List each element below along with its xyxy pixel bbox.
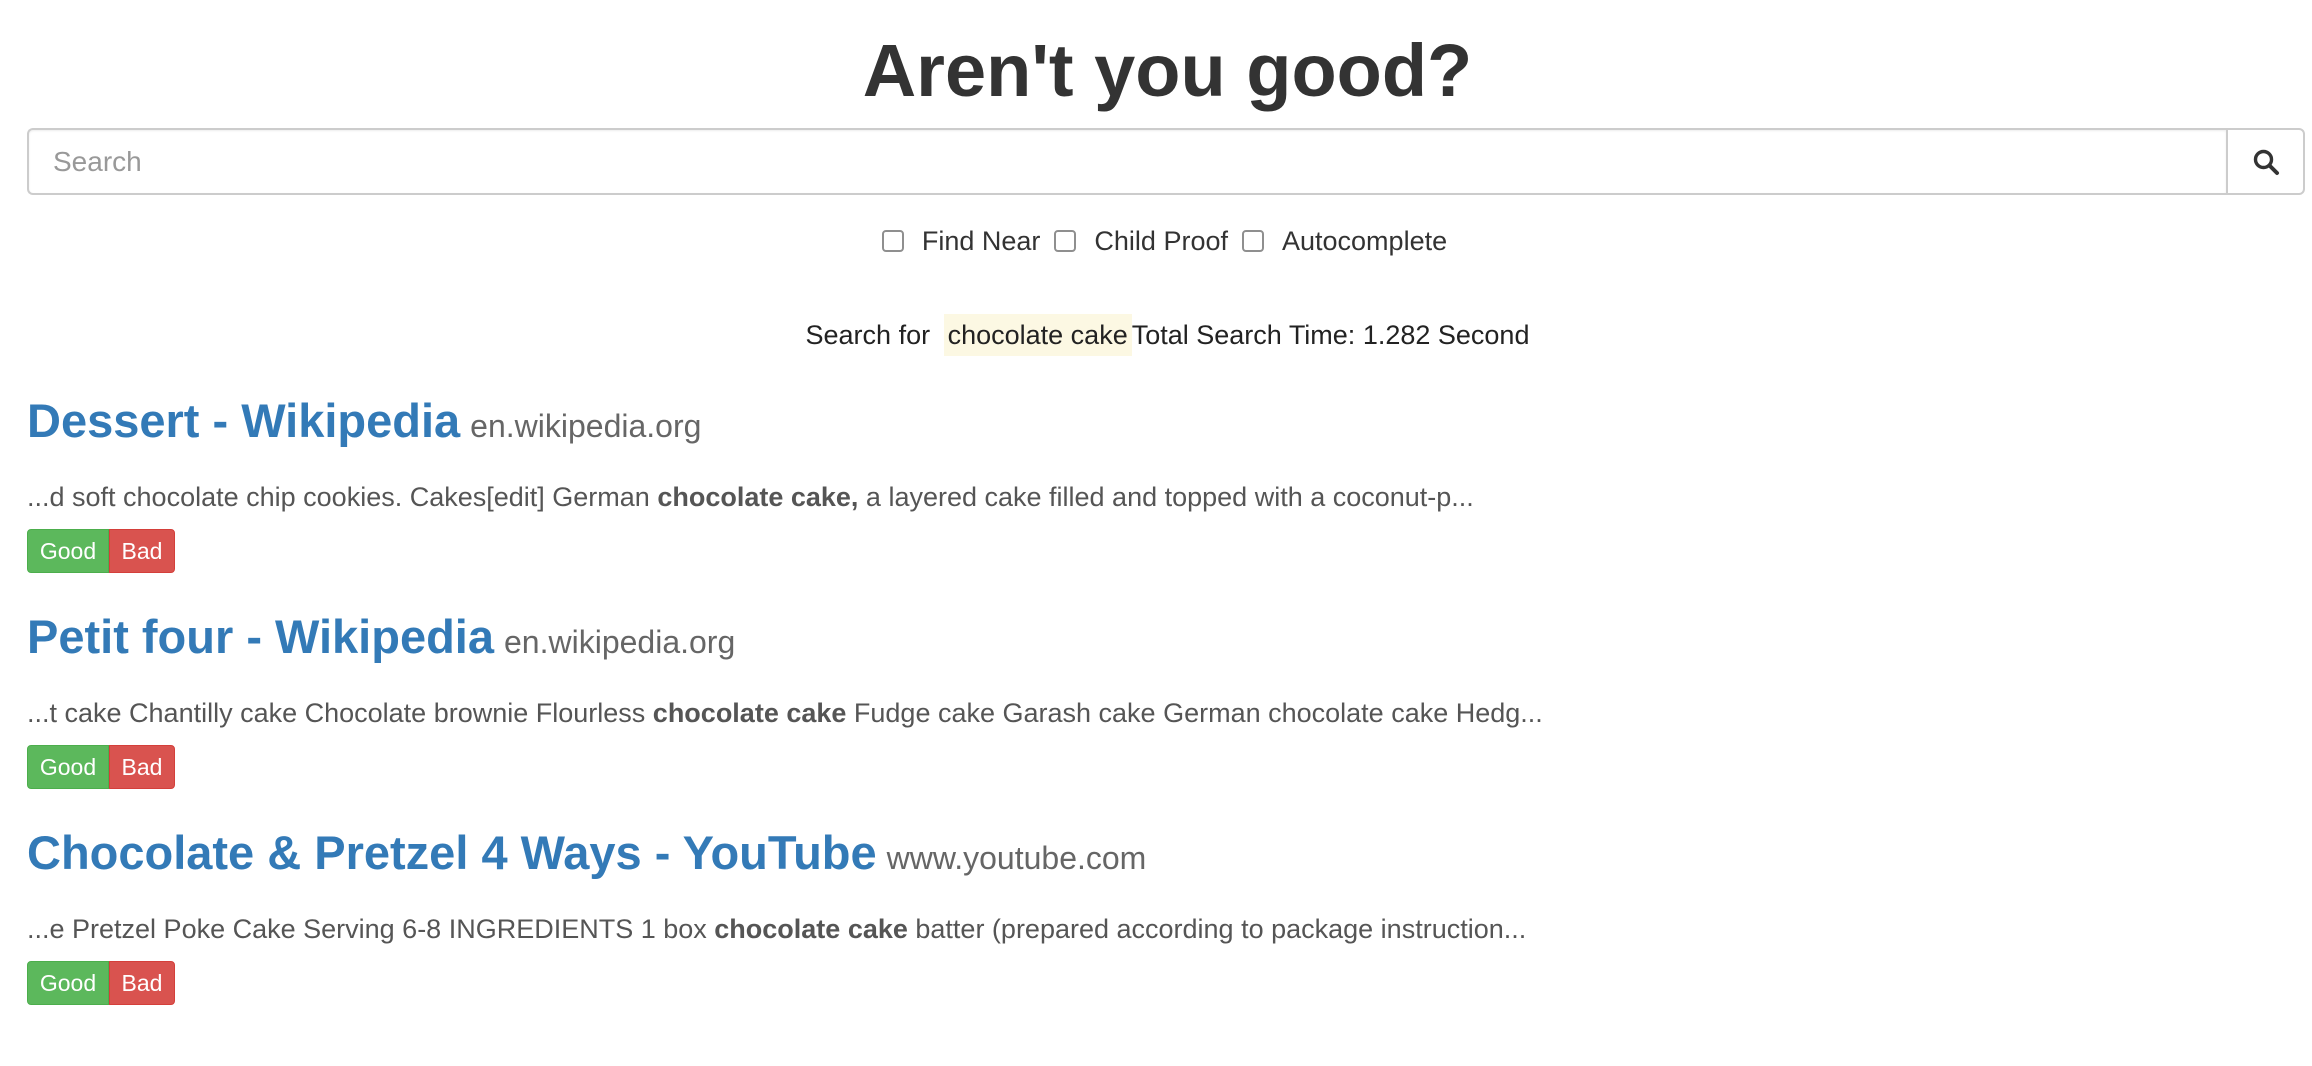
option-child-proof[interactable]: Child Proof <box>1054 226 1234 257</box>
autocomplete-checkbox[interactable] <box>1242 230 1264 252</box>
autocomplete-label: Autocomplete <box>1282 225 1448 256</box>
result-header: Dessert - Wikipedia en.wikipedia.org <box>27 393 2308 461</box>
search-input[interactable] <box>27 128 2226 195</box>
result-domain: en.wikipedia.org <box>470 408 702 444</box>
snippet-match: chocolate cake <box>714 914 908 944</box>
page-title: Aren't you good? <box>862 29 1473 112</box>
snippet-text: a layered cake filled and topped with a … <box>858 482 1474 512</box>
bad-button[interactable]: Bad <box>109 745 175 789</box>
result-domain: www.youtube.com <box>886 840 1147 876</box>
search-icon <box>2253 149 2279 175</box>
bad-button[interactable]: Bad <box>109 961 175 1005</box>
result-domain: en.wikipedia.org <box>504 624 736 660</box>
snippet-match: chocolate cake <box>652 698 847 728</box>
result-title-link[interactable]: Petit four - Wikipedia <box>27 609 494 664</box>
search-button[interactable] <box>2226 128 2305 195</box>
child-proof-label: Child Proof <box>1094 225 1228 256</box>
child-proof-checkbox[interactable] <box>1054 230 1077 252</box>
good-button[interactable]: Good <box>27 745 109 789</box>
summary-prefix: Search for <box>805 320 931 350</box>
results-list: Dessert - Wikipedia en.wikipedia.org ...… <box>27 393 2308 1041</box>
option-find-near[interactable]: Find Near <box>881 225 1047 257</box>
result-snippet: ...d soft chocolate chip cookies. Cakes[… <box>27 477 2308 517</box>
query-highlight: chocolate cake <box>943 314 1132 356</box>
search-summary: Search for chocolate cake Total Search Ti… <box>27 311 2308 359</box>
snippet-text: ...t cake Chantilly cake Chocolate brown… <box>27 698 653 728</box>
result-snippet: ...e Pretzel Poke Cake Serving 6-8 INGRE… <box>27 909 2308 949</box>
snippet-text: Fudge cake Garash cake German chocolate … <box>846 698 1543 728</box>
result-item: Dessert - Wikipedia en.wikipedia.org ...… <box>27 393 2308 609</box>
search-time: Total Search Time: 1.282 Second <box>1131 320 1530 350</box>
snippet-match: chocolate cake, <box>657 482 859 512</box>
result-header: Petit four - Wikipedia en.wikipedia.org <box>27 609 2308 677</box>
search-bar <box>27 128 2305 195</box>
good-button[interactable]: Good <box>27 961 109 1005</box>
result-header: Chocolate & Pretzel 4 Ways - YouTube www… <box>27 825 2308 893</box>
result-snippet: ...t cake Chantilly cake Chocolate brown… <box>27 693 2308 733</box>
snippet-text: ...e Pretzel Poke Cake Serving 6-8 INGRE… <box>27 914 715 944</box>
page: Aren't you good? Find Near Child Proof A… <box>0 0 2312 1066</box>
result-item: Chocolate & Pretzel 4 Ways - YouTube www… <box>27 825 2308 1041</box>
search-options: Find Near Child Proof Autocomplete <box>27 219 2308 263</box>
bad-button[interactable]: Bad <box>109 529 175 573</box>
result-title-link[interactable]: Dessert - Wikipedia <box>27 393 460 448</box>
find-near-label: Find Near <box>921 225 1041 256</box>
snippet-text: batter (prepared according to package in… <box>907 914 1527 944</box>
result-item: Petit four - Wikipedia en.wikipedia.org … <box>27 609 2308 825</box>
option-autocomplete[interactable]: Autocomplete <box>1242 226 1453 257</box>
vote-buttons: Good Bad <box>27 961 2308 1005</box>
find-near-checkbox[interactable] <box>881 230 904 252</box>
vote-buttons: Good Bad <box>27 745 2308 789</box>
vote-buttons: Good Bad <box>27 529 2308 573</box>
result-title-link[interactable]: Chocolate & Pretzel 4 Ways - YouTube <box>27 825 877 880</box>
good-button[interactable]: Good <box>27 529 109 573</box>
snippet-text: ...d soft chocolate chip cookies. Cakes[… <box>27 482 658 512</box>
